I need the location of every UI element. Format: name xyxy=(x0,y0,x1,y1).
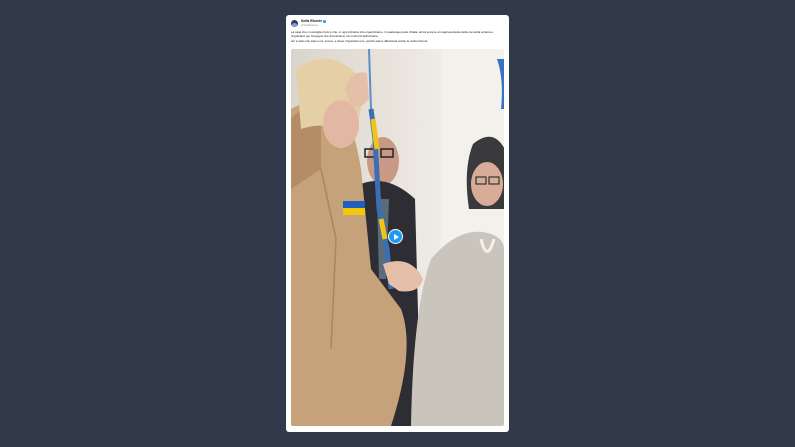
tweet-paragraph: La casa che ci consiglia di più è che, i… xyxy=(291,30,493,38)
tweet-card: Sofia Elsenie @SofiaElsenie La casa che … xyxy=(286,15,509,432)
tweet-header: Sofia Elsenie @SofiaElsenie xyxy=(291,19,501,29)
verified-badge-icon xyxy=(323,19,327,23)
author-handle[interactable]: @SofiaElsenie xyxy=(301,24,318,27)
play-icon[interactable] xyxy=(388,229,403,244)
author-name[interactable]: Sofia Elsenie xyxy=(301,19,322,23)
tweet-text: La casa che ci consiglia di più è che, i… xyxy=(291,30,504,45)
author-name-row[interactable]: Sofia Elsenie xyxy=(301,19,327,23)
video-player[interactable] xyxy=(291,49,504,426)
tweet-paragraph: Ieri è stato che siamo noi, invece, a do… xyxy=(291,39,429,43)
avatar[interactable] xyxy=(291,20,298,27)
